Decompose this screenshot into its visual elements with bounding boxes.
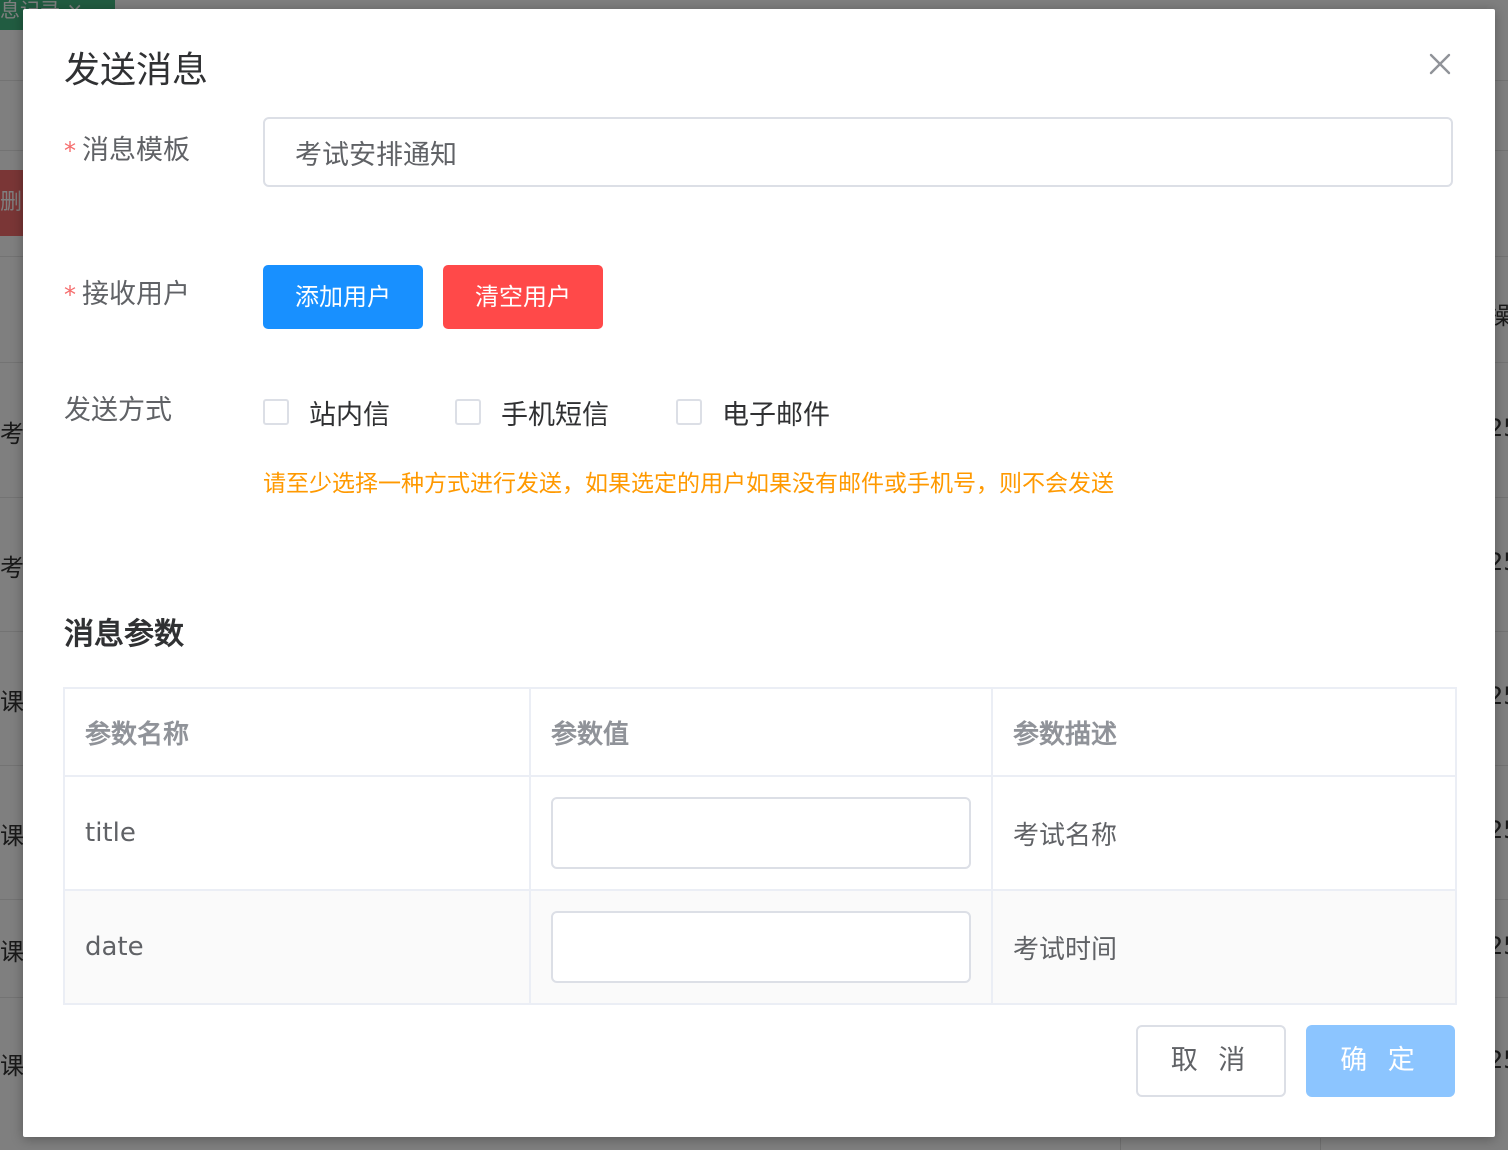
confirm-button[interactable]: 确 定: [1306, 1025, 1455, 1097]
column-header-value: 参数值: [529, 687, 993, 777]
param-value-input-date[interactable]: [551, 911, 971, 983]
checkbox-box[interactable]: [455, 399, 481, 425]
checkbox-site-message[interactable]: 站内信: [263, 392, 390, 432]
param-value-cell: [529, 775, 993, 891]
table-row: title 考试名称: [63, 775, 1457, 891]
add-user-button[interactable]: 添加用户: [263, 265, 423, 329]
params-table: 参数名称 参数值 参数描述 title 考试名称 date 考试时间: [63, 687, 1457, 1005]
param-value-input-title[interactable]: [551, 797, 971, 869]
required-mark: *: [64, 281, 76, 309]
template-label: * 消息模板: [64, 133, 190, 169]
close-icon: [1429, 53, 1451, 75]
send-message-dialog: 发送消息 *消息模板 *接收用户 添加用户 清空用户 发送方式 站内信 手机短信…: [23, 9, 1495, 1137]
cancel-button[interactable]: 取 消: [1136, 1025, 1286, 1097]
send-method-hint: 请至少选择一种方式进行发送，如果选定的用户如果没有邮件或手机号，则不会发送: [263, 471, 1114, 497]
checkbox-label[interactable]: 电子邮件: [722, 393, 830, 432]
template-label-text: 消息模板: [82, 135, 190, 166]
param-description-cell: 考试时间: [991, 889, 1457, 1005]
params-section-title: 消息参数: [64, 617, 184, 652]
checkbox-label[interactable]: 站内信: [309, 393, 390, 432]
checkbox-email[interactable]: 电子邮件: [676, 392, 830, 432]
receivers-label: * 接收用户: [64, 277, 190, 313]
send-method-label: 发送方式: [64, 395, 172, 426]
checkbox-sms[interactable]: 手机短信: [455, 392, 609, 432]
param-value-cell: [529, 889, 993, 1005]
dialog-title: 发送消息: [64, 50, 209, 91]
table-header-row: 参数名称 参数值 参数描述: [63, 687, 1457, 777]
column-header-name: 参数名称: [63, 687, 531, 777]
checkbox-label[interactable]: 手机短信: [501, 393, 609, 432]
required-mark: *: [64, 137, 76, 165]
close-button[interactable]: [1425, 49, 1455, 79]
checkbox-box[interactable]: [263, 399, 289, 425]
receivers-label-text: 接收用户: [82, 279, 190, 310]
column-header-description: 参数描述: [991, 687, 1457, 777]
param-description-cell: 考试名称: [991, 775, 1457, 891]
param-name-cell: date: [63, 889, 531, 1005]
checkbox-box[interactable]: [676, 399, 702, 425]
clear-users-button[interactable]: 清空用户: [443, 265, 603, 329]
param-name-cell: title: [63, 775, 531, 891]
table-row: date 考试时间: [63, 889, 1457, 1005]
template-input[interactable]: [263, 117, 1453, 187]
